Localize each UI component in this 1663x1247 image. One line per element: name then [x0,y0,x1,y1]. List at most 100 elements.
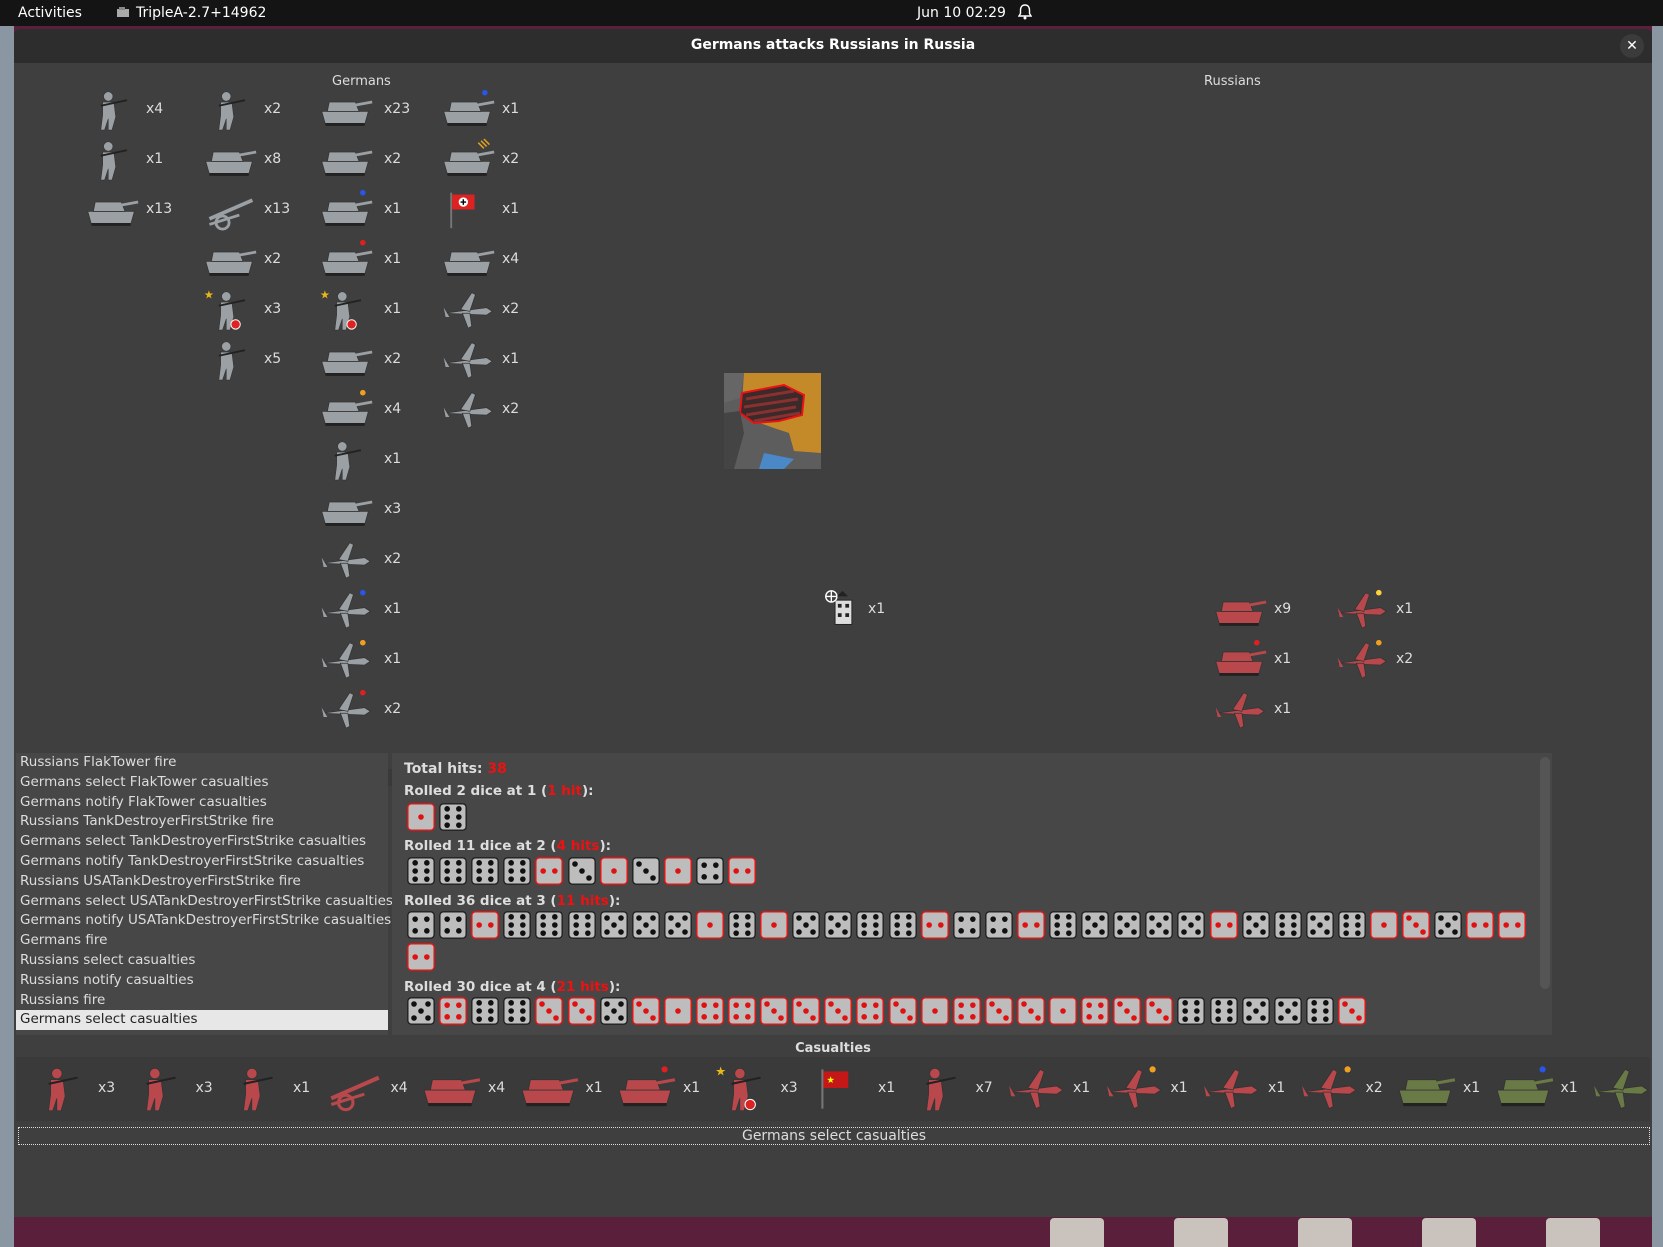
die-face [760,997,788,1029]
svg-text:★: ★ [715,1064,726,1079]
unit-count: x1 [502,201,520,217]
battle-step-item[interactable]: Germans fire [16,931,388,951]
desktop-background-left [0,26,14,1247]
die-face [920,997,949,1029]
attacker-unit[interactable]: x2 [318,685,438,733]
folder-icon[interactable] [1174,1218,1228,1247]
unit-count: x2 [384,351,402,367]
battle-step-item[interactable]: Germans notify USATankDestroyerFirstStri… [16,911,391,931]
die-face [1338,911,1366,943]
die-face [1209,911,1238,943]
attacker-unit[interactable]: x1 [318,235,438,283]
unit-count: x8 [264,151,282,167]
close-button[interactable]: ✕ [1620,34,1644,58]
attacker-unit[interactable]: x1 [318,585,438,633]
die-face [1017,997,1045,1029]
attacker-unit[interactable]: x1 [440,335,560,383]
status-bar: Germans select casualties [18,1127,1650,1145]
die-face [1273,911,1302,943]
die-face [567,911,596,943]
attacker-unit[interactable]: x2 [440,385,560,433]
attacker-unit[interactable]: x1 [84,135,204,183]
unit-count: x1 [293,1080,311,1096]
attacker-unit[interactable]: x1 [440,85,560,133]
battle-step-item[interactable]: Germans notify TankDestroyerFirstStrike … [16,852,388,872]
folder-icon[interactable] [1050,1218,1104,1247]
attacker-unit[interactable]: x13 [202,185,322,233]
casualties-strip: x3 x3 x1 x4 x4 x1 x1 ★ x3 ★ x1 x7 x1 x1 x1 x2 x1 x1 [16,1057,1650,1121]
defender-unit[interactable]: x1 [1212,685,1332,733]
die-face [1241,911,1270,943]
svg-text:★: ★ [827,1075,835,1086]
attacker-unit[interactable]: x3 [318,485,438,533]
battle-step-item[interactable]: Germans select TankDestroyerFirstStrike … [16,832,388,852]
battle-step-item[interactable]: Russians select casualties [16,951,388,971]
die-face [439,997,467,1029]
battle-step-item[interactable]: Russians TankDestroyerFirstStrike fire [16,812,388,832]
app-menu[interactable]: TripleA-2.7+14962 [116,5,266,21]
die-face [663,857,692,889]
notification-bell-icon[interactable] [1017,4,1033,24]
attacker-unit[interactable]: x2 [318,335,438,383]
attacker-unit[interactable]: x8 [202,135,322,183]
defender-unit[interactable]: x1 [822,585,942,633]
attacker-unit[interactable]: x4 [440,235,560,283]
battle-step-item[interactable]: Russians USATankDestroyerFirstStrike fir… [16,872,388,892]
attacker-unit[interactable]: ★ x3 [202,285,322,333]
battle-steps-list[interactable]: Russians FlakTower fire Germans select Fl… [16,753,393,1035]
folder-icon[interactable] [1422,1218,1476,1247]
attacker-unit[interactable]: x1 [318,435,438,483]
battle-step-item[interactable]: Russians notify casualties [16,971,388,991]
unit-count: x4 [502,251,520,267]
attacker-unit[interactable]: x23 [318,85,438,133]
attacker-unit[interactable]: x5 [202,335,322,383]
attacker-unit[interactable]: x2 [440,135,560,183]
roll-label: Rolled 30 dice at 4 (21 hits): [404,979,621,995]
battle-step-item[interactable]: Germans notify FlakTower casualties [16,793,388,813]
clock[interactable]: Jun 10 02:29 [917,5,1006,21]
battle-step-item[interactable]: Russians FlakTower fire [16,753,388,773]
die-face [1273,997,1302,1029]
battle-step-item[interactable]: Germans select FlakTower casualties [16,773,388,793]
folder-icon[interactable] [1298,1218,1352,1247]
unit-count: x2 [264,251,282,267]
svg-text:★: ★ [320,288,330,301]
defender-unit[interactable]: x2 [1334,635,1454,683]
die-face [1113,997,1142,1029]
total-hits: Total hits: 38 [404,761,507,777]
attacker-unit[interactable]: x13 [84,185,204,233]
die-face [1049,911,1077,943]
attacker-unit[interactable]: x1 [440,185,560,233]
attacker-unit[interactable]: ★ x1 [318,285,438,333]
die-face [952,911,981,943]
activities-button[interactable]: Activities [18,5,82,21]
folder-icon[interactable] [1546,1218,1600,1247]
die-face [535,997,564,1029]
battle-step-item[interactable]: Russians fire [16,991,388,1011]
defender-unit[interactable]: x9 [1212,585,1332,633]
die-face [696,857,724,889]
die-face [535,857,564,889]
attacker-unit[interactable]: x2 [318,535,438,583]
attacker-unit[interactable]: x2 [318,135,438,183]
die-face [599,857,628,889]
defender-unit[interactable]: x1 [1334,585,1454,633]
attacker-unit[interactable]: x1 [318,635,438,683]
battle-step-item[interactable]: Germans select casualties [16,1010,388,1031]
attacker-unit[interactable]: x1 [318,185,438,233]
die-face [856,997,885,1029]
unit-count: x1 [1268,1080,1286,1096]
system-top-bar: Activities TripleA-2.7+14962 Jun 10 02:2… [0,0,1663,26]
die-face [920,911,949,943]
battle-step-item[interactable]: Germans select USATankDestroyerFirstStri… [16,892,393,912]
attacker-unit[interactable]: x2 [440,285,560,333]
attacker-unit[interactable]: x2 [202,235,322,283]
attacker-unit[interactable]: x2 [202,85,322,133]
defender-unit[interactable]: x1 [1212,635,1332,683]
die-face [728,911,756,943]
unit-count: x1 [1274,701,1292,717]
attacker-unit[interactable]: x4 [318,385,438,433]
dice-scrollbar[interactable] [1540,757,1550,989]
attacker-unit[interactable]: x4 [84,85,204,133]
die-face [631,857,660,889]
